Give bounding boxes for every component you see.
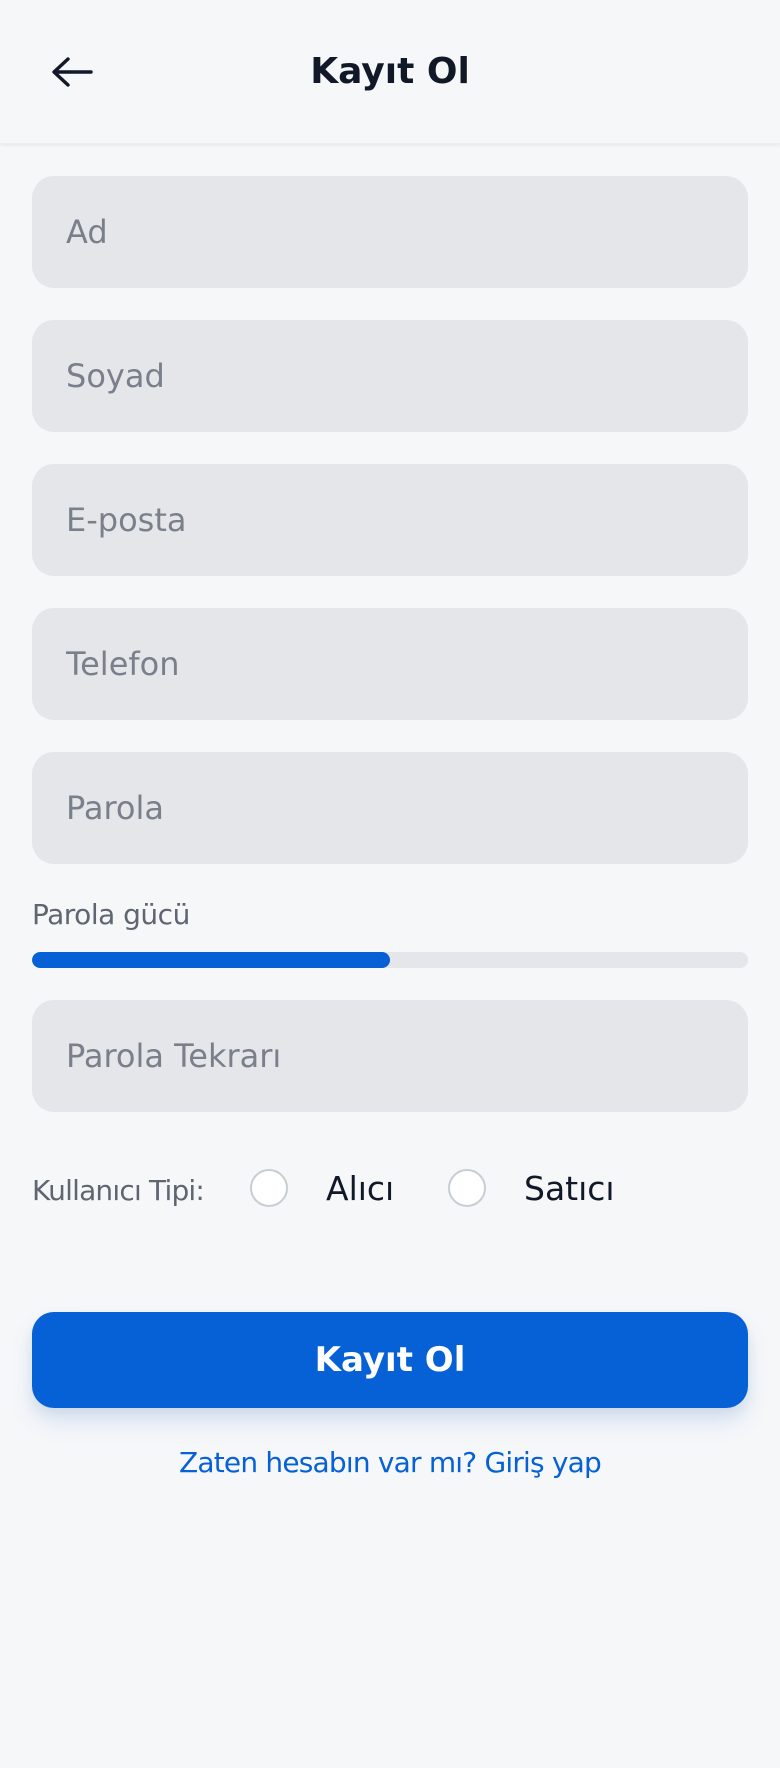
back-button[interactable] bbox=[40, 42, 104, 102]
password-field-container bbox=[32, 752, 748, 864]
user-type-option-buyer[interactable]: Alıcı bbox=[250, 1162, 394, 1214]
first-name-input[interactable] bbox=[32, 176, 748, 288]
last-name-input[interactable] bbox=[32, 320, 748, 432]
app-bar: Kayıt Ol bbox=[0, 0, 780, 144]
user-type-group: Kullanıcı Tipi: Alıcı Satıcı bbox=[32, 1162, 748, 1214]
register-button[interactable]: Kayıt Ol bbox=[32, 1312, 748, 1408]
radio-buyer-label: Alıcı bbox=[326, 1168, 395, 1208]
email-input[interactable] bbox=[32, 464, 748, 576]
password-strength-bar bbox=[32, 952, 748, 968]
radio-seller[interactable] bbox=[448, 1169, 486, 1207]
password-confirm-field-container bbox=[32, 1000, 748, 1112]
user-type-label: Kullanıcı Tipi: bbox=[32, 1174, 205, 1207]
last-name-field-container bbox=[32, 320, 748, 432]
radio-seller-label: Satıcı bbox=[524, 1168, 615, 1208]
page-title: Kayıt Ol bbox=[310, 51, 470, 92]
arrow-left-icon bbox=[52, 57, 93, 87]
login-link[interactable]: Zaten hesabın var mı? Giriş yap bbox=[0, 1446, 780, 1479]
password-strength-label: Parola gücü bbox=[32, 898, 190, 931]
password-input[interactable] bbox=[32, 752, 748, 864]
phone-input[interactable] bbox=[32, 608, 748, 720]
user-type-option-seller[interactable]: Satıcı bbox=[448, 1162, 615, 1214]
phone-field-container bbox=[32, 608, 748, 720]
first-name-field-container bbox=[32, 176, 748, 288]
email-field-container bbox=[32, 464, 748, 576]
password-confirm-input[interactable] bbox=[32, 1000, 748, 1112]
password-strength-fill bbox=[32, 952, 390, 968]
radio-buyer[interactable] bbox=[250, 1169, 288, 1207]
